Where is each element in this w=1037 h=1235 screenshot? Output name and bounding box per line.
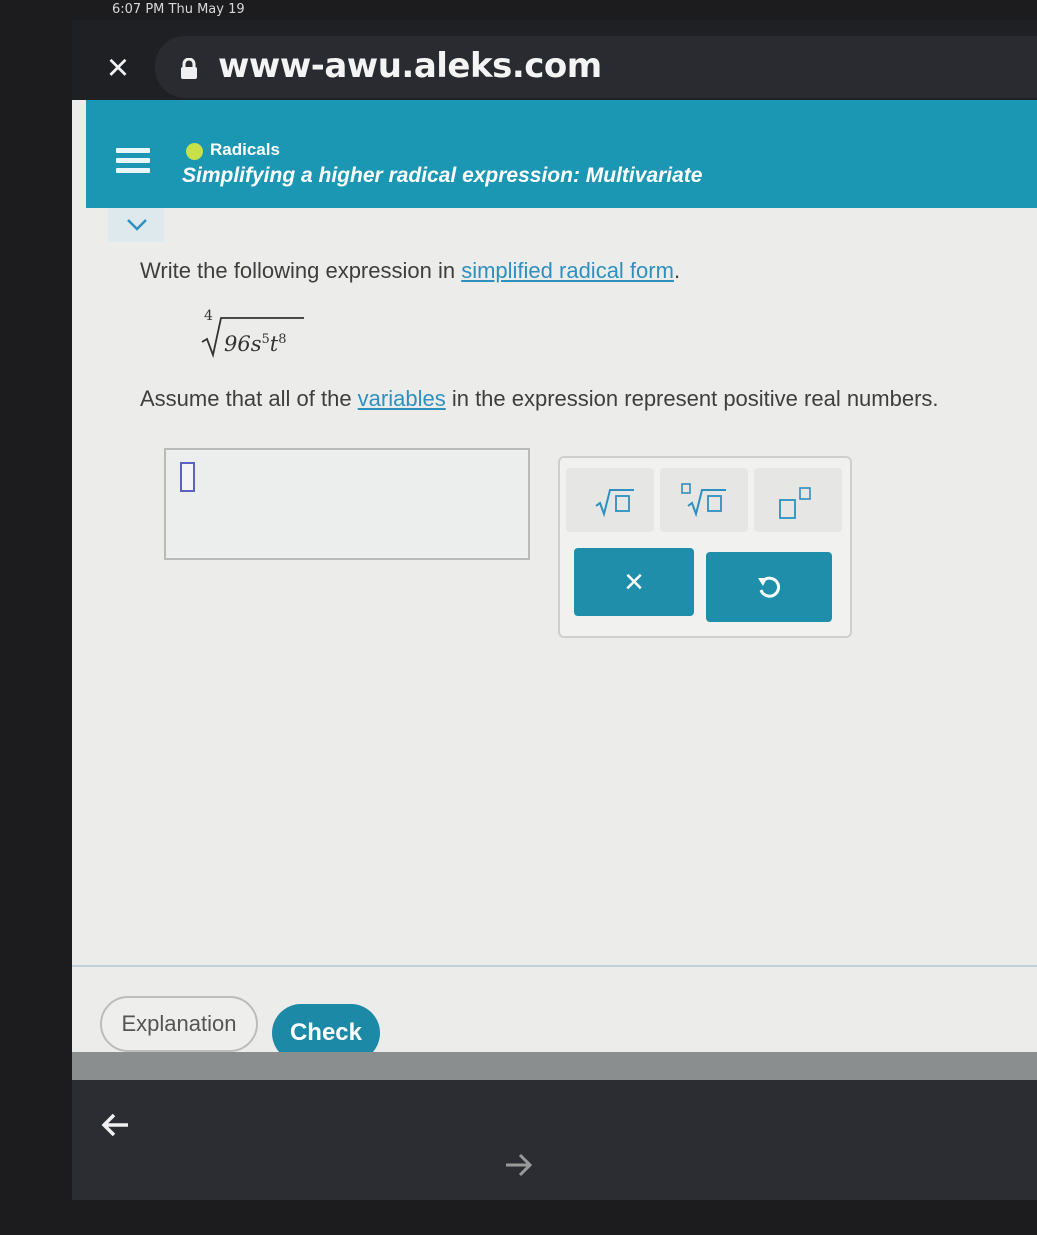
- radicand-variable-s: s: [250, 332, 262, 356]
- assumption-text: Assume that all of the variables in the …: [140, 386, 939, 412]
- square-root-key[interactable]: [566, 468, 654, 532]
- nth-root-icon: [681, 483, 726, 518]
- simplified-radical-form-link[interactable]: simplified radical form: [461, 258, 674, 283]
- question-prompt: Write the following expression in simpli…: [140, 258, 680, 284]
- exponent-key[interactable]: [754, 468, 842, 532]
- radicand-exponent-s: 5: [261, 332, 270, 347]
- url-text: www-awu.aleks.com: [218, 46, 602, 86]
- close-icon[interactable]: ×: [100, 49, 136, 87]
- answer-cursor-placeholder[interactable]: [180, 462, 195, 492]
- undo-icon: [758, 576, 781, 598]
- chevron-down-icon: [127, 219, 147, 231]
- topic-category: Radicals: [210, 140, 280, 159]
- prompt-text: Write the following expression in: [140, 258, 462, 283]
- prompt-period: .: [673, 258, 681, 283]
- lock-icon: [181, 58, 197, 79]
- radicand-coefficient: 96: [224, 332, 251, 356]
- nth-root-key[interactable]: [660, 468, 748, 532]
- radical-expression: 4 96s5t8: [198, 308, 308, 360]
- footer-divider: [72, 965, 1037, 967]
- square-root-icon: [595, 489, 634, 518]
- explanation-button[interactable]: Explanation: [100, 996, 258, 1052]
- topic-title: Simplifying a higher radical expression:…: [182, 164, 703, 187]
- superscript-icon: [779, 487, 811, 519]
- back-arrow-icon[interactable]: [100, 1112, 132, 1138]
- assume-text-start: Assume that all of the: [140, 386, 358, 411]
- status-bar: 6:07 PM Thu May 19: [112, 2, 245, 17]
- collapse-toggle[interactable]: [108, 208, 164, 242]
- undo-button[interactable]: [706, 552, 832, 622]
- radicand-variable-t: t: [269, 332, 279, 356]
- page-content: [72, 100, 1037, 1100]
- variables-link[interactable]: variables: [358, 386, 446, 411]
- progress-dot-icon: [186, 143, 203, 160]
- clear-button[interactable]: ×: [574, 548, 694, 616]
- browser-nav-bar: [72, 1080, 1037, 1200]
- radicand-exponent-t: 8: [278, 332, 287, 347]
- radicand: 96s5t8: [224, 332, 287, 356]
- forward-arrow-icon[interactable]: [502, 1152, 534, 1178]
- assume-text-end: in the expression represent positive rea…: [445, 386, 939, 411]
- answer-input[interactable]: [164, 448, 530, 560]
- menu-icon[interactable]: [116, 148, 150, 178]
